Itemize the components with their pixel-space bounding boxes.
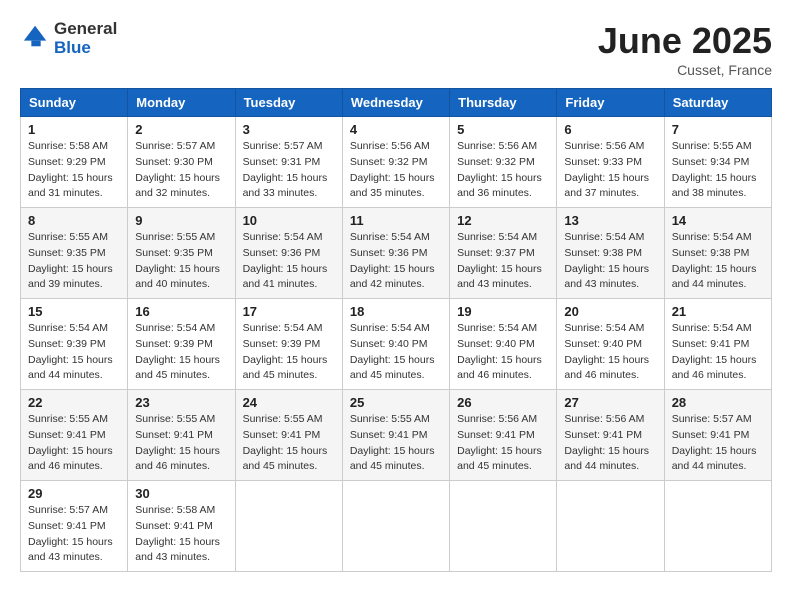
calendar-day-29: 29Sunrise: 5:57 AMSunset: 9:41 PMDayligh… — [21, 481, 128, 572]
calendar-day-16: 16Sunrise: 5:54 AMSunset: 9:39 PMDayligh… — [128, 299, 235, 390]
column-header-tuesday: Tuesday — [235, 89, 342, 117]
calendar-day-1: 1Sunrise: 5:58 AMSunset: 9:29 PMDaylight… — [21, 117, 128, 208]
calendar-table: SundayMondayTuesdayWednesdayThursdayFrid… — [20, 88, 772, 572]
calendar-day-11: 11Sunrise: 5:54 AMSunset: 9:36 PMDayligh… — [342, 208, 449, 299]
calendar-day-30: 30Sunrise: 5:58 AMSunset: 9:41 PMDayligh… — [128, 481, 235, 572]
calendar-week-5: 29Sunrise: 5:57 AMSunset: 9:41 PMDayligh… — [21, 481, 772, 572]
calendar-day-2: 2Sunrise: 5:57 AMSunset: 9:30 PMDaylight… — [128, 117, 235, 208]
location: Cusset, France — [598, 62, 772, 78]
calendar-day-19: 19Sunrise: 5:54 AMSunset: 9:40 PMDayligh… — [450, 299, 557, 390]
column-header-saturday: Saturday — [664, 89, 771, 117]
logo-icon — [22, 22, 50, 50]
calendar-empty-cell — [235, 481, 342, 572]
calendar-day-27: 27Sunrise: 5:56 AMSunset: 9:41 PMDayligh… — [557, 390, 664, 481]
column-header-wednesday: Wednesday — [342, 89, 449, 117]
title-block: June 2025 Cusset, France — [598, 20, 772, 78]
calendar-day-3: 3Sunrise: 5:57 AMSunset: 9:31 PMDaylight… — [235, 117, 342, 208]
column-header-friday: Friday — [557, 89, 664, 117]
calendar-day-17: 17Sunrise: 5:54 AMSunset: 9:39 PMDayligh… — [235, 299, 342, 390]
calendar-week-1: 1Sunrise: 5:58 AMSunset: 9:29 PMDaylight… — [21, 117, 772, 208]
calendar-day-14: 14Sunrise: 5:54 AMSunset: 9:38 PMDayligh… — [664, 208, 771, 299]
logo-general: General — [54, 19, 117, 38]
calendar-day-20: 20Sunrise: 5:54 AMSunset: 9:40 PMDayligh… — [557, 299, 664, 390]
calendar-day-8: 8Sunrise: 5:55 AMSunset: 9:35 PMDaylight… — [21, 208, 128, 299]
calendar-day-4: 4Sunrise: 5:56 AMSunset: 9:32 PMDaylight… — [342, 117, 449, 208]
calendar-empty-cell — [342, 481, 449, 572]
calendar-day-13: 13Sunrise: 5:54 AMSunset: 9:38 PMDayligh… — [557, 208, 664, 299]
calendar-day-25: 25Sunrise: 5:55 AMSunset: 9:41 PMDayligh… — [342, 390, 449, 481]
calendar-day-24: 24Sunrise: 5:55 AMSunset: 9:41 PMDayligh… — [235, 390, 342, 481]
calendar-day-7: 7Sunrise: 5:55 AMSunset: 9:34 PMDaylight… — [664, 117, 771, 208]
calendar-day-6: 6Sunrise: 5:56 AMSunset: 9:33 PMDaylight… — [557, 117, 664, 208]
calendar-week-2: 8Sunrise: 5:55 AMSunset: 9:35 PMDaylight… — [21, 208, 772, 299]
calendar-day-15: 15Sunrise: 5:54 AMSunset: 9:39 PMDayligh… — [21, 299, 128, 390]
logo: General Blue — [20, 20, 117, 57]
calendar-day-23: 23Sunrise: 5:55 AMSunset: 9:41 PMDayligh… — [128, 390, 235, 481]
page-header: General Blue June 2025 Cusset, France — [20, 20, 772, 78]
column-header-monday: Monday — [128, 89, 235, 117]
calendar-day-9: 9Sunrise: 5:55 AMSunset: 9:35 PMDaylight… — [128, 208, 235, 299]
calendar-day-21: 21Sunrise: 5:54 AMSunset: 9:41 PMDayligh… — [664, 299, 771, 390]
calendar-header-row: SundayMondayTuesdayWednesdayThursdayFrid… — [21, 89, 772, 117]
calendar-empty-cell — [450, 481, 557, 572]
calendar-day-18: 18Sunrise: 5:54 AMSunset: 9:40 PMDayligh… — [342, 299, 449, 390]
calendar-day-12: 12Sunrise: 5:54 AMSunset: 9:37 PMDayligh… — [450, 208, 557, 299]
column-header-thursday: Thursday — [450, 89, 557, 117]
month-title: June 2025 — [598, 20, 772, 62]
calendar-day-5: 5Sunrise: 5:56 AMSunset: 9:32 PMDaylight… — [450, 117, 557, 208]
calendar-week-3: 15Sunrise: 5:54 AMSunset: 9:39 PMDayligh… — [21, 299, 772, 390]
calendar-day-26: 26Sunrise: 5:56 AMSunset: 9:41 PMDayligh… — [450, 390, 557, 481]
calendar-empty-cell — [664, 481, 771, 572]
calendar-day-22: 22Sunrise: 5:55 AMSunset: 9:41 PMDayligh… — [21, 390, 128, 481]
calendar-empty-cell — [557, 481, 664, 572]
column-header-sunday: Sunday — [21, 89, 128, 117]
calendar-day-28: 28Sunrise: 5:57 AMSunset: 9:41 PMDayligh… — [664, 390, 771, 481]
logo-blue: Blue — [54, 38, 91, 57]
calendar-day-10: 10Sunrise: 5:54 AMSunset: 9:36 PMDayligh… — [235, 208, 342, 299]
calendar-week-4: 22Sunrise: 5:55 AMSunset: 9:41 PMDayligh… — [21, 390, 772, 481]
